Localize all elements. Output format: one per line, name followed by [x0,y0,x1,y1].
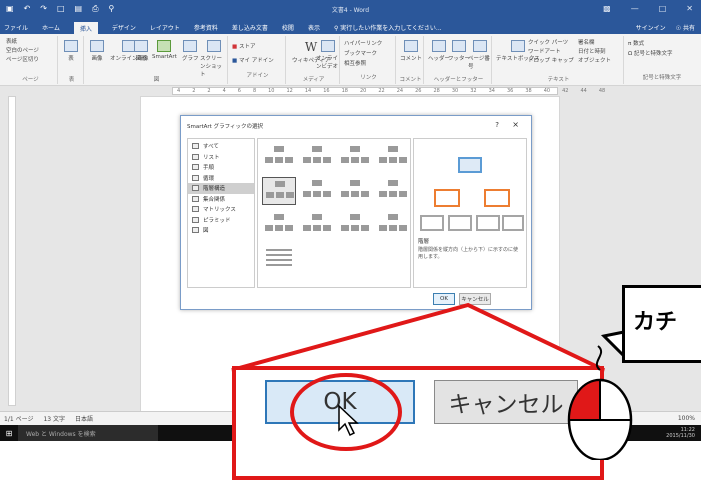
zoomed-cancel-button[interactable]: キャンセル [434,380,578,424]
speech-bubble: カチ [622,285,701,363]
mouse-cursor-icon [338,404,359,437]
word-screen: ▣ ↶ ↷ □ ▤ ⎙ ⚲ 文書4 - Word ▩ — □ ✕ ファイル ホー… [0,0,701,485]
callout-triangle [231,302,605,372]
speech-text: カチ [633,310,678,335]
